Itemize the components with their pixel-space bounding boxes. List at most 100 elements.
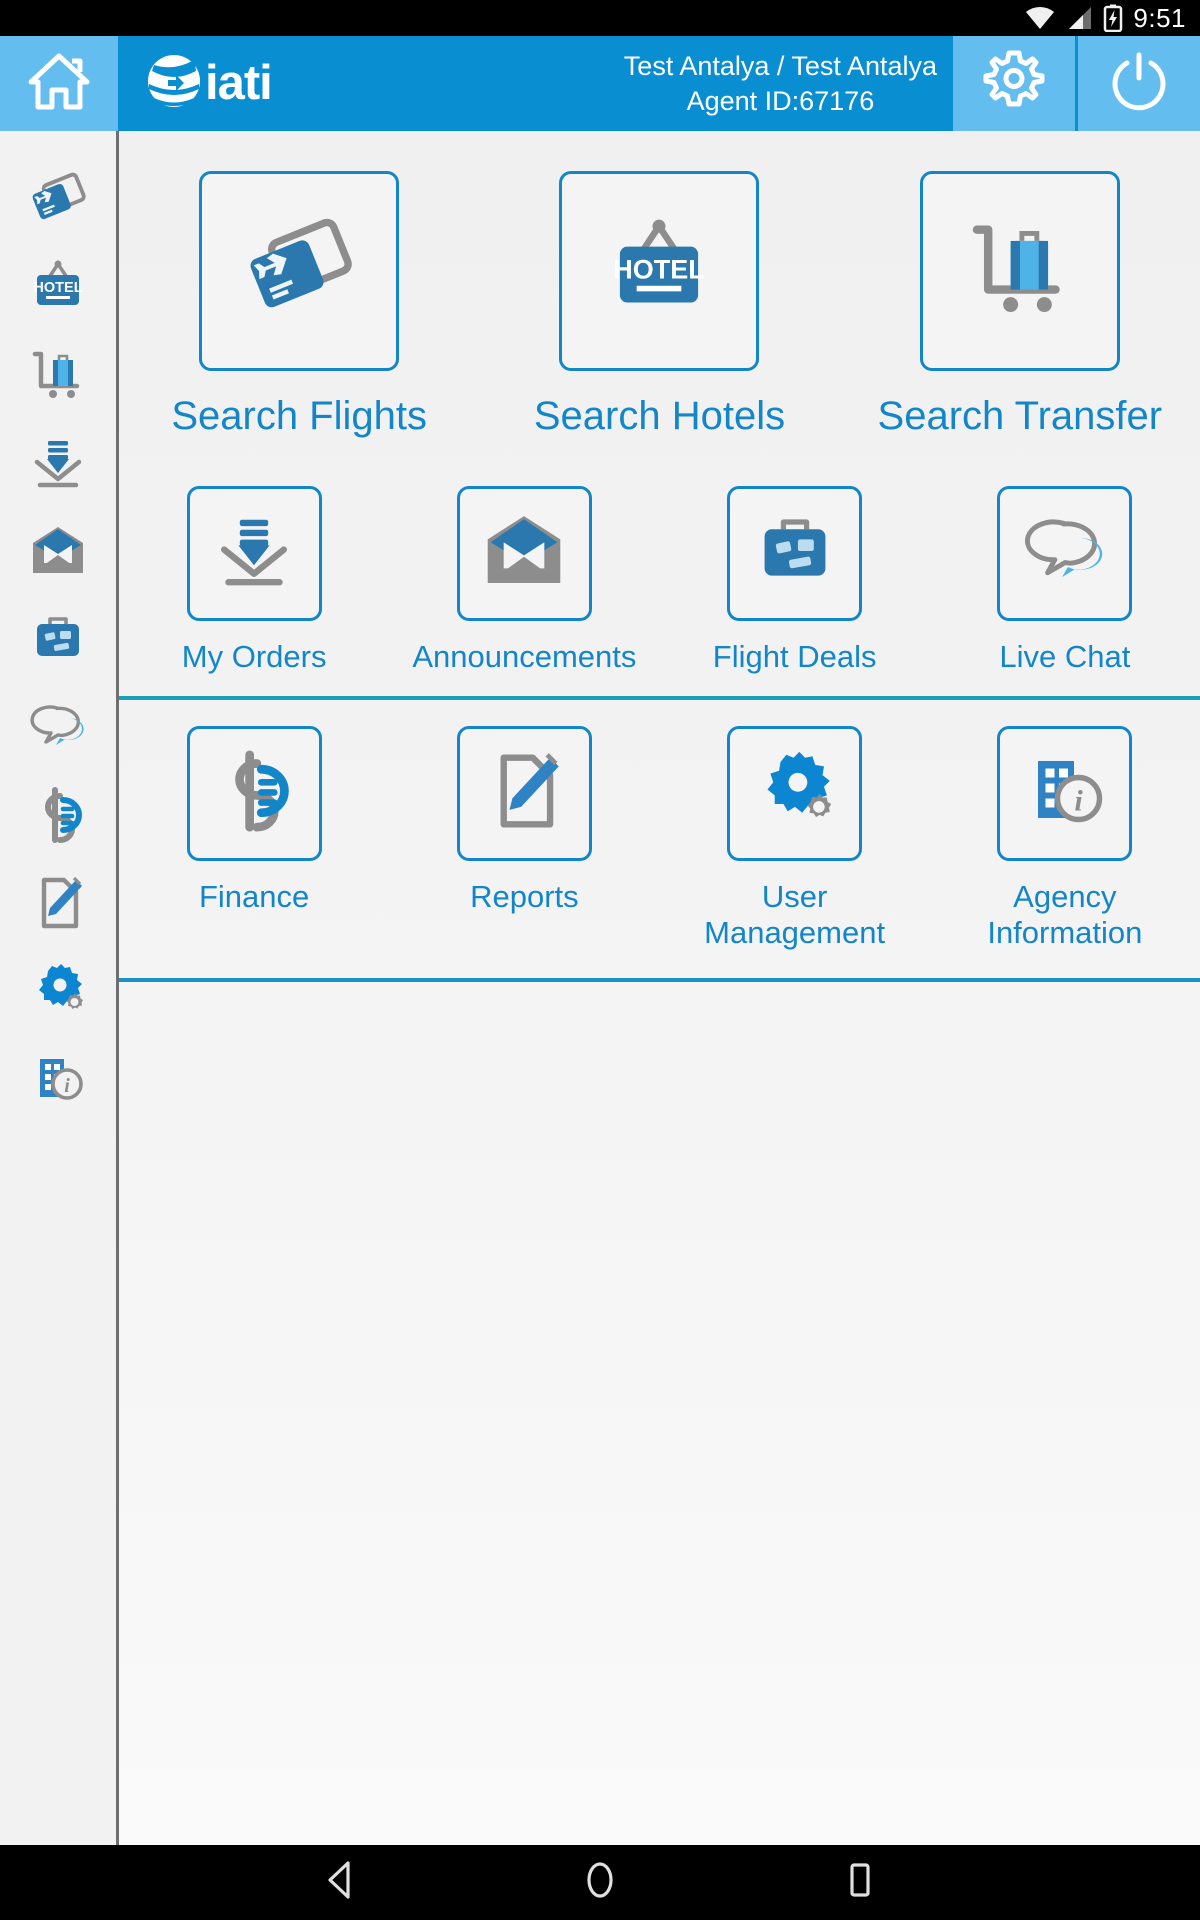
tile-user-management[interactable]: User Management <box>660 725 930 952</box>
settings-button[interactable] <box>953 36 1075 131</box>
android-status-bar: 9:51 <box>0 0 1200 36</box>
tile-finance-box[interactable] <box>186 725 322 861</box>
tile-search-flights[interactable]: Search Flights <box>119 171 479 440</box>
brand-area: iati Test Antalya / Test Antalya Agent I… <box>118 36 953 131</box>
power-icon <box>1109 51 1169 116</box>
main-content: Search Flights HOTEL Search Hotels Searc… <box>119 131 1200 1845</box>
luggage-cart-icon <box>27 346 89 409</box>
tile-reports[interactable]: Reports <box>389 725 659 952</box>
luggage-cart-icon <box>962 214 1078 329</box>
tile-announcements-box[interactable] <box>456 486 592 622</box>
tile-live-chat-box[interactable] <box>997 486 1133 622</box>
hotel-sign-icon: HOTEL <box>603 215 715 328</box>
tile-search-hotels-box[interactable]: HOTEL <box>559 171 760 371</box>
tile-user-management-label: User Management <box>704 878 886 951</box>
tile-row-primary: Search Flights HOTEL Search Hotels Searc… <box>119 131 1200 462</box>
svg-text:i: i <box>1074 784 1083 817</box>
svg-text:i: i <box>64 1075 70 1097</box>
suitcase-icon <box>753 513 837 594</box>
tile-my-orders-box[interactable] <box>186 486 322 622</box>
agent-name: Test Antalya / Test Antalya <box>623 50 937 81</box>
status-bar-clock: 9:51 <box>1133 2 1186 33</box>
sidebar-item-live-chat[interactable] <box>0 685 118 773</box>
sidebar-item-flight-deals[interactable] <box>0 597 118 685</box>
tile-flight-deals-box[interactable] <box>727 486 863 622</box>
row-divider-lower <box>119 977 1200 982</box>
sidebar-item-user-management[interactable] <box>0 949 118 1037</box>
logout-button[interactable] <box>1078 36 1200 131</box>
tile-flight-deals[interactable]: Flight Deals <box>660 486 930 676</box>
document-pencil-icon <box>483 749 565 838</box>
sidebar-item-reports[interactable] <box>0 861 118 949</box>
chat-bubbles-icon <box>27 702 89 757</box>
tile-search-transfer[interactable]: Search Transfer <box>840 171 1200 440</box>
tile-announcements[interactable]: Announcements <box>389 486 659 676</box>
back-triangle-icon <box>320 1858 360 1907</box>
tile-agency-information-box[interactable]: i <box>997 725 1133 861</box>
tile-agency-information-label: Agency Information <box>987 878 1143 951</box>
tile-search-flights-label: Search Flights <box>171 394 427 438</box>
nav-recents-button[interactable] <box>760 1845 960 1920</box>
brand-logo: iati <box>146 53 273 114</box>
battery-charging-icon <box>1103 4 1123 32</box>
tile-search-hotels[interactable]: HOTEL Search Hotels <box>479 171 839 440</box>
svg-text:HOTEL: HOTEL <box>614 254 706 284</box>
building-info-icon: i <box>1023 749 1107 838</box>
envelope-icon <box>479 513 569 594</box>
sidebar-item-finance[interactable] <box>0 773 118 861</box>
tile-search-hotels-label: Search Hotels <box>533 394 786 438</box>
tile-search-transfer-box[interactable] <box>919 171 1120 371</box>
flight-tickets-icon <box>27 170 89 233</box>
chat-bubbles-icon <box>1020 514 1110 593</box>
tile-reports-box[interactable] <box>456 725 592 861</box>
tile-live-chat-label: Live Chat <box>999 639 1131 675</box>
svg-text:HOTEL: HOTEL <box>33 280 82 296</box>
android-nav-bar <box>0 1845 1200 1920</box>
tile-row-admin: Finance Reports User Management i Agency… <box>119 700 1200 978</box>
home-circle-icon <box>582 1858 618 1907</box>
cellular-signal-icon <box>1065 5 1093 31</box>
sidebar-item-agency-information[interactable]: i <box>0 1037 118 1125</box>
nav-home-button[interactable] <box>500 1845 700 1920</box>
tile-finance-label: Finance <box>198 878 310 914</box>
recents-square-icon <box>846 1858 874 1907</box>
document-pencil-icon <box>30 874 86 937</box>
envelope-icon <box>27 525 89 582</box>
brand-name: iati <box>205 56 273 110</box>
tile-user-management-box[interactable] <box>727 725 863 861</box>
tile-row-secondary: My Orders Announcements Flight Deals Liv… <box>119 462 1200 696</box>
home-button[interactable] <box>0 36 118 131</box>
sidebar-item-orders[interactable] <box>0 421 118 509</box>
download-orders-icon <box>27 435 89 496</box>
tile-flight-deals-label: Flight Deals <box>712 639 877 675</box>
tile-agency-information[interactable]: i Agency Information <box>930 725 1200 952</box>
flight-tickets-icon <box>240 213 358 330</box>
building-info-icon: i <box>30 1051 86 1112</box>
sidebar-item-flights[interactable] <box>0 157 118 245</box>
gears-icon <box>751 749 839 838</box>
gears-icon <box>28 962 88 1025</box>
sidebar-item-transfer[interactable] <box>0 333 118 421</box>
agent-info: Test Antalya / Test Antalya Agent ID:671… <box>624 36 937 131</box>
home-icon <box>28 52 90 115</box>
suitcase-icon <box>29 613 87 670</box>
gear-icon <box>983 50 1045 117</box>
app-header: iati Test Antalya / Test Antalya Agent I… <box>0 36 1200 131</box>
dollar-finance-icon <box>30 786 86 849</box>
tile-my-orders-label: My Orders <box>181 639 327 675</box>
nav-back-button[interactable] <box>240 1845 440 1920</box>
agent-id: Agent ID:67176 <box>686 85 875 116</box>
sidebar-item-hotels[interactable]: HOTEL <box>0 245 118 333</box>
sidebar-item-announcements[interactable] <box>0 509 118 597</box>
tile-reports-label: Reports <box>470 878 579 914</box>
sidebar: HOTEL i <box>0 131 119 1845</box>
iati-globe-logo-icon <box>146 53 202 114</box>
wifi-icon <box>1025 5 1055 31</box>
dollar-finance-icon <box>213 749 295 838</box>
hotel-sign-icon: HOTEL <box>28 258 88 321</box>
tile-live-chat[interactable]: Live Chat <box>930 486 1200 676</box>
tile-search-flights-box[interactable] <box>199 171 400 371</box>
tile-search-transfer-label: Search Transfer <box>877 394 1163 438</box>
tile-finance[interactable]: Finance <box>119 725 389 952</box>
tile-my-orders[interactable]: My Orders <box>119 486 389 676</box>
